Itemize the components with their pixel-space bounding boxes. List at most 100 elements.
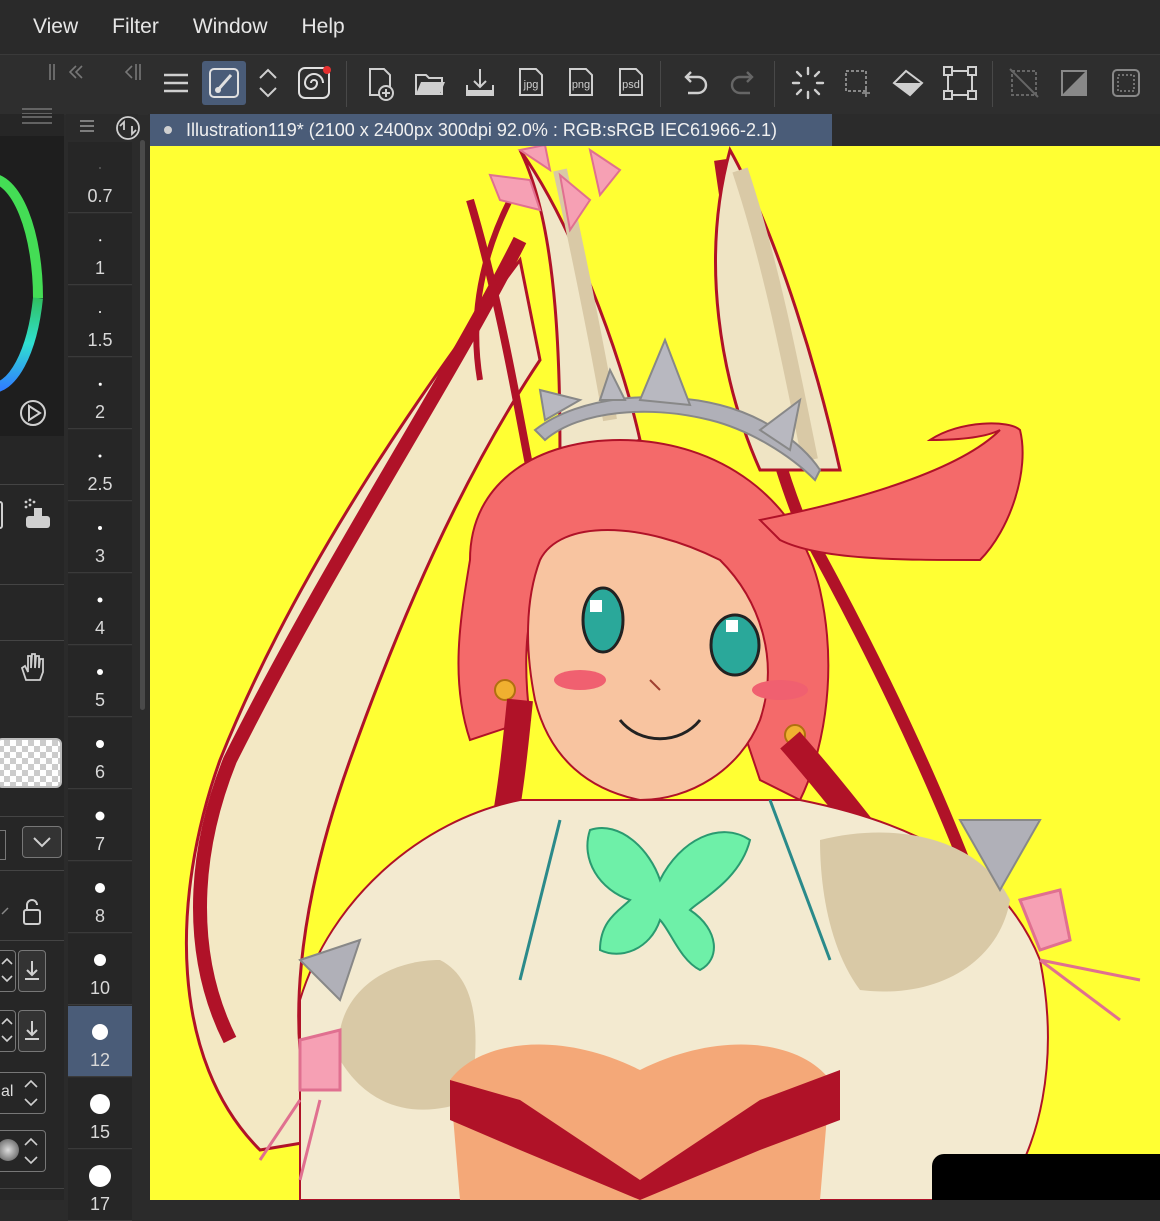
brush-size-dot xyxy=(99,167,101,169)
play-icon[interactable] xyxy=(16,396,50,430)
new-file-icon[interactable] xyxy=(358,61,402,105)
modified-dot-icon xyxy=(164,126,172,134)
brush-size-label: 8 xyxy=(94,906,105,926)
hand-icon[interactable] xyxy=(16,650,50,684)
brush-size-dot xyxy=(98,526,102,530)
brush-size-2.5[interactable]: 2.5 xyxy=(68,430,132,501)
blend-mode-select[interactable]: al xyxy=(0,1072,46,1114)
select-dots-icon[interactable] xyxy=(836,61,880,105)
brush-size-5[interactable]: 5 xyxy=(68,646,132,717)
menu-window[interactable]: Window xyxy=(193,15,268,39)
transparent-swatch[interactable] xyxy=(0,738,62,788)
brush-size-15[interactable]: 15 xyxy=(68,1078,132,1149)
svg-text:jpg: jpg xyxy=(523,79,539,91)
brush-size-label: 1 xyxy=(94,258,105,278)
brush-size-label: 7 xyxy=(94,834,105,854)
brush-size-dot xyxy=(92,1024,108,1040)
loading-icon[interactable] xyxy=(786,61,830,105)
color-wheel[interactable] xyxy=(0,136,64,436)
clear-selection-icon[interactable] xyxy=(1002,61,1046,105)
export-jpg-icon[interactable]: jpg xyxy=(508,61,552,105)
brush-size-dot xyxy=(98,454,102,458)
brush-size-dot xyxy=(99,239,101,241)
spiral-icon[interactable] xyxy=(292,61,336,105)
transform-icon[interactable] xyxy=(938,61,982,105)
document-tab[interactable]: Illustration119* (2100 x 2400px 300dpi 9… xyxy=(150,114,832,146)
document-tab-bar: Illustration119* (2100 x 2400px 300dpi 9… xyxy=(116,114,1160,146)
brush-size-dot xyxy=(94,954,106,966)
brush-size-label: 15 xyxy=(89,1122,111,1142)
brush-size-1[interactable]: 1 xyxy=(68,214,132,285)
palette-menu-icon[interactable] xyxy=(78,118,96,134)
blend-mode-label: al xyxy=(1,1083,14,1100)
brush-size-dot xyxy=(95,811,105,821)
color-wheel-panel xyxy=(0,136,64,436)
brush-tip-icon xyxy=(0,1139,19,1161)
undo-icon[interactable] xyxy=(672,61,716,105)
import-button-1[interactable] xyxy=(18,950,46,992)
brush-size-dot xyxy=(99,311,101,313)
brush-size-0.7[interactable]: 0.7 xyxy=(68,142,132,213)
panel-menu-icon[interactable] xyxy=(20,114,54,134)
swap-icon[interactable] xyxy=(112,114,144,142)
brush-size-label: 6 xyxy=(94,762,105,782)
brush-size-7[interactable]: 7 xyxy=(68,790,132,861)
stepper-arrows-icon[interactable] xyxy=(0,1012,14,1048)
brush-size-label: 4 xyxy=(94,618,105,638)
brush-size-label: 3 xyxy=(94,546,105,566)
brush-size-label: 1.5 xyxy=(87,330,113,350)
brush-size-label: 2.5 xyxy=(87,474,113,494)
command-bar: jpg png psd xyxy=(0,54,1160,115)
up-down-icon[interactable] xyxy=(248,61,288,105)
import-button-2[interactable] xyxy=(18,1010,46,1052)
brush-size-17[interactable]: 17 xyxy=(68,1150,132,1221)
brush-size-6[interactable]: 6 xyxy=(68,718,132,789)
brush-size-label: 2 xyxy=(94,402,105,422)
brush-size-2[interactable]: 2 xyxy=(68,358,132,429)
left-box-edge xyxy=(0,830,6,860)
dropdown-button[interactable] xyxy=(22,826,62,858)
palette-scrollbar[interactable] xyxy=(138,140,148,1200)
brush-size-dot xyxy=(89,1165,111,1187)
lock-icon[interactable] xyxy=(0,894,64,930)
menu-view[interactable]: View xyxy=(33,15,78,39)
brush-size-4[interactable]: 4 xyxy=(68,574,132,645)
brush-size-1.5[interactable]: 1.5 xyxy=(68,286,132,357)
stepper-arrows-icon xyxy=(24,1137,38,1165)
fill-icon[interactable] xyxy=(886,61,930,105)
menu-filter[interactable]: Filter xyxy=(112,15,159,39)
brush-size-dot xyxy=(98,382,102,386)
brush-tip-select[interactable] xyxy=(0,1130,46,1172)
download-icon xyxy=(25,1021,39,1040)
brush-size-label: 0.7 xyxy=(87,186,113,206)
brush-size-dot xyxy=(95,883,105,893)
brush-size-8[interactable]: 8 xyxy=(68,862,132,933)
sub-tool-icons[interactable] xyxy=(0,496,64,536)
menu-help[interactable]: Help xyxy=(302,15,345,39)
brush-size-label: 10 xyxy=(89,978,111,998)
redo-icon[interactable] xyxy=(722,61,766,105)
menu-icon[interactable] xyxy=(154,61,198,105)
brush-size-3[interactable]: 3 xyxy=(68,502,132,573)
canvas[interactable] xyxy=(150,146,1160,1200)
brush-size-dot xyxy=(90,1094,110,1114)
brush-size-10[interactable]: 10 xyxy=(68,934,132,1005)
brush-size-dot xyxy=(96,740,104,748)
tone-icon[interactable] xyxy=(1052,61,1096,105)
chevron-down-icon xyxy=(33,837,51,848)
menu-bar: View Filter Window Help xyxy=(0,0,1160,54)
brush-size-label: 12 xyxy=(89,1050,111,1070)
brush-active-icon[interactable] xyxy=(202,61,246,105)
svg-text:psd: psd xyxy=(622,79,640,91)
export-psd-icon[interactable]: psd xyxy=(608,61,652,105)
frame-icon[interactable] xyxy=(1104,61,1148,105)
brush-size-12[interactable]: 12 xyxy=(68,1006,132,1077)
brush-size-label: 5 xyxy=(94,690,105,710)
save-icon[interactable] xyxy=(458,61,502,105)
left-panel: al xyxy=(0,114,64,1200)
open-folder-icon[interactable] xyxy=(408,61,452,105)
collapse-panel-icon[interactable] xyxy=(44,61,144,85)
brush-size-dot xyxy=(97,669,103,675)
stepper-arrows-icon[interactable] xyxy=(0,952,14,988)
export-png-icon[interactable]: png xyxy=(558,61,602,105)
